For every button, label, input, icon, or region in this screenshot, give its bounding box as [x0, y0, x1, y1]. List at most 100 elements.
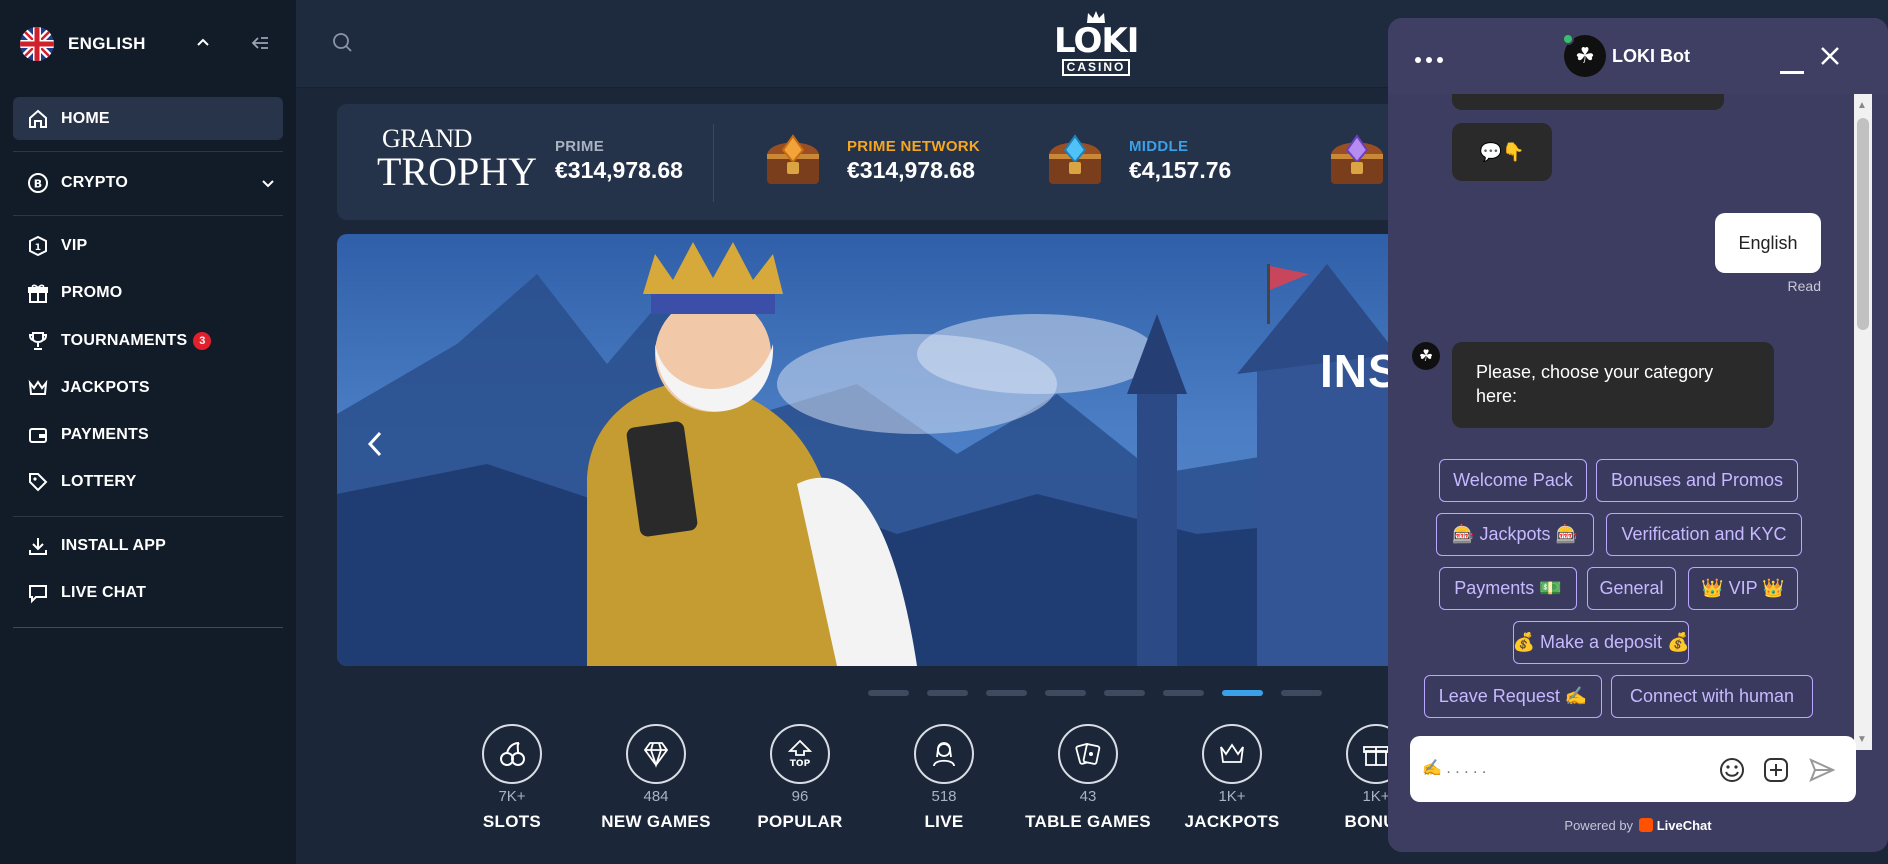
- quick-reply-make-deposit[interactable]: 💰 Make a deposit 💰: [1513, 621, 1689, 664]
- chevron-up-icon[interactable]: [196, 34, 210, 52]
- sidebar-item-live-chat[interactable]: LIVE CHAT: [13, 571, 283, 614]
- trophy-icon: [27, 330, 49, 352]
- search-icon[interactable]: [332, 32, 354, 59]
- quick-reply-payments[interactable]: Payments 💵: [1439, 567, 1577, 610]
- category-count: 484: [643, 788, 669, 805]
- sidebar-item-home[interactable]: HOME: [13, 97, 283, 140]
- jackpot-strip: GRAND TROPHY PRIME €314,978.68 PRIME NET…: [337, 104, 1397, 220]
- read-status: Read: [1787, 278, 1821, 294]
- carousel-dot[interactable]: [986, 690, 1027, 696]
- jackpot-title: PRIME: [555, 138, 605, 155]
- bot-avatar-small: ☘: [1412, 342, 1440, 370]
- svg-text:1: 1: [35, 243, 41, 253]
- ticket-tag-icon: [27, 471, 49, 493]
- quick-reply-vip[interactable]: 👑 VIP 👑: [1688, 567, 1798, 610]
- sidebar-item-jackpots[interactable]: JACKPOTS: [13, 366, 283, 409]
- category-label: SLOTS: [482, 812, 542, 831]
- quick-reply-connect-human[interactable]: Connect with human: [1611, 675, 1813, 718]
- wallet-icon: [27, 424, 49, 446]
- chat-scrollbar-thumb[interactable]: [1857, 118, 1869, 330]
- sidebar-item-promo[interactable]: PROMO: [13, 271, 283, 314]
- chat-widget: ☘ LOKI Bot 💬👇 English Read ☘ Please, cho…: [1388, 18, 1888, 852]
- home-icon: [27, 108, 49, 130]
- chat-messages: 💬👇 English Read ☘ Please, choose your ca…: [1388, 94, 1878, 744]
- carousel-prev-icon[interactable]: [367, 430, 383, 463]
- crown-icon: [1086, 10, 1106, 29]
- sidebar-item-payments[interactable]: PAYMENTS: [13, 413, 283, 456]
- category-live[interactable]: 518 LIVE: [874, 724, 1014, 832]
- message-text: Please, choose your category here:: [1476, 362, 1714, 406]
- treasure-chest-purple-icon: [1325, 128, 1389, 192]
- category-slots[interactable]: 7K+ SLOTS: [442, 724, 582, 832]
- svg-text:B: B: [34, 177, 43, 190]
- carousel-dot-active[interactable]: [1222, 690, 1263, 696]
- category-label: POPULAR: [757, 812, 843, 831]
- scroll-down-icon[interactable]: ▼: [1857, 734, 1867, 745]
- attach-plus-icon[interactable]: [1762, 756, 1790, 789]
- cherries-icon: [482, 724, 542, 784]
- category-table-games[interactable]: 43 TABLE GAMES: [1018, 724, 1158, 832]
- sidebar-item-vip[interactable]: 1 VIP: [13, 224, 283, 267]
- category-new-games[interactable]: 484 NEW GAMES: [586, 724, 726, 832]
- scroll-up-icon[interactable]: ▲: [1857, 100, 1867, 111]
- carousel-dot[interactable]: [1163, 690, 1204, 696]
- carousel-dot[interactable]: [1104, 690, 1145, 696]
- sidebar-divider: [13, 151, 283, 152]
- loki-casino-logo[interactable]: LOKI CASINO: [1054, 8, 1139, 80]
- promo-banner[interactable]: INS: [337, 234, 1397, 666]
- message-bubble-partial: [1452, 94, 1724, 110]
- clover-icon: ☘: [1418, 348, 1434, 365]
- sidebar-item-label: JACKPOTS: [61, 378, 150, 396]
- category-label: JACKPOTS: [1184, 812, 1280, 831]
- quick-reply-leave-request[interactable]: Leave Request ✍️: [1424, 675, 1602, 718]
- jackpot-value: €314,978.68: [847, 157, 975, 183]
- sidebar-item-lottery[interactable]: LOTTERY: [13, 460, 283, 503]
- sidebar-item-tournaments[interactable]: TOURNAMENTS 3: [13, 319, 283, 362]
- tournaments-count-badge: 3: [193, 331, 212, 350]
- emoji-icon[interactable]: [1718, 756, 1746, 789]
- crown-icon: [27, 377, 49, 399]
- category-popular[interactable]: TOP 96 POPULAR: [730, 724, 870, 832]
- category-jackpots[interactable]: 1K+ JACKPOTS: [1162, 724, 1302, 832]
- powered-by-footer[interactable]: Powered by LiveChat: [1388, 818, 1888, 833]
- sidebar-item-label: HOME: [61, 109, 110, 127]
- chevron-down-icon: [261, 176, 275, 194]
- online-status-dot: [1562, 33, 1574, 45]
- carousel-dot[interactable]: [868, 690, 909, 696]
- quick-reply-general[interactable]: General: [1587, 567, 1676, 610]
- bot-message: Please, choose your category here:: [1452, 342, 1774, 428]
- sidebar-divider: [13, 215, 283, 216]
- sidebar: ENGLISH HOME B CRYPTO 1 VIP PROMO TOURNA…: [0, 0, 296, 864]
- livechat-logo-icon: [1638, 818, 1653, 832]
- send-icon[interactable]: [1808, 756, 1836, 789]
- grand-trophy-logo: GRAND TROPHY: [377, 126, 537, 192]
- carousel-dot[interactable]: [927, 690, 968, 696]
- jackpot-divider: [713, 124, 714, 202]
- powered-by-text: Powered by: [1564, 818, 1634, 833]
- collapse-sidebar-icon[interactable]: [250, 33, 270, 58]
- carousel-dot[interactable]: [1045, 690, 1086, 696]
- svg-text:TOP: TOP: [790, 759, 811, 769]
- quick-reply-jackpots[interactable]: 🎰 Jackpots 🎰: [1436, 513, 1594, 556]
- sidebar-item-install-app[interactable]: INSTALL APP: [13, 524, 283, 567]
- gift-icon: [27, 282, 49, 304]
- jackpot-title: MIDDLE: [1129, 138, 1189, 155]
- quick-reply-welcome-pack[interactable]: Welcome Pack: [1439, 459, 1587, 502]
- minimize-icon[interactable]: [1780, 62, 1804, 80]
- category-count: 1K+: [1218, 788, 1246, 805]
- sidebar-item-crypto[interactable]: B CRYPTO: [13, 161, 283, 204]
- quick-reply-verification-kyc[interactable]: Verification and KYC: [1606, 513, 1802, 556]
- jackpot-title: PRIME NETWORK: [847, 138, 981, 155]
- category-count: 43: [1079, 788, 1097, 805]
- category-label: NEW GAMES: [601, 812, 711, 831]
- bot-message-emoji: 💬👇: [1452, 123, 1552, 181]
- chat-header: ☘ LOKI Bot: [1388, 18, 1888, 94]
- close-icon[interactable]: [1820, 46, 1840, 71]
- more-options-icon[interactable]: [1414, 51, 1444, 69]
- sidebar-divider: [13, 627, 283, 628]
- message-input[interactable]: [1422, 756, 1692, 782]
- carousel-dot[interactable]: [1281, 690, 1322, 696]
- quick-reply-bonuses-promos[interactable]: Bonuses and Promos: [1596, 459, 1798, 502]
- treasure-chest-blue-icon: [1043, 128, 1107, 192]
- powered-by-brand: LiveChat: [1656, 818, 1712, 833]
